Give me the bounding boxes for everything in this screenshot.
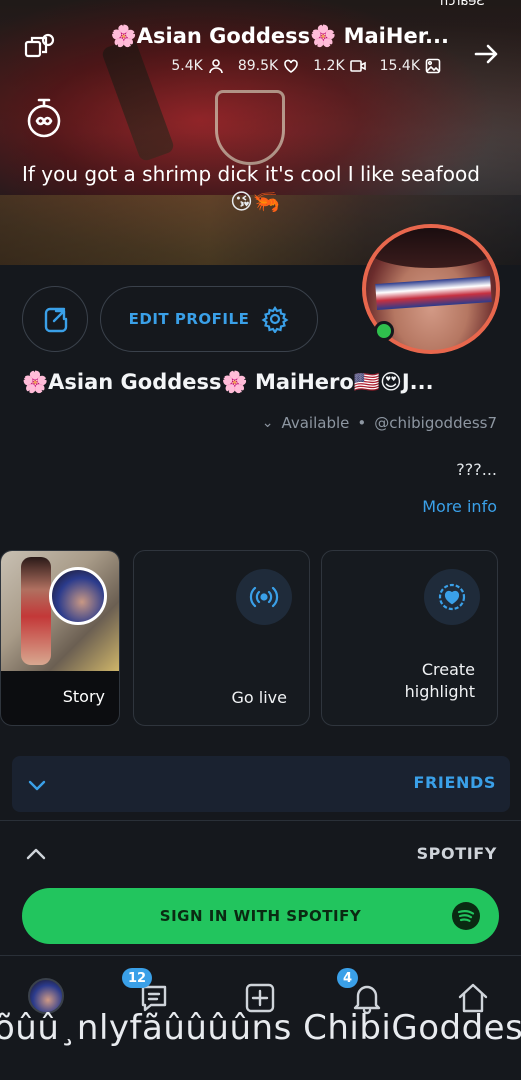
caption-emojis: 😘🦐 <box>230 190 281 215</box>
create-highlight-label: Create highlight <box>404 660 475 701</box>
status-search-text: Search <box>440 0 485 9</box>
edit-profile-button[interactable]: EDIT PROFILE <box>100 286 318 352</box>
messages-badge: 12 <box>122 968 153 988</box>
header-stats: 5.4K 89.5K 1.2K 15.4K <box>171 58 441 74</box>
sign-in-spotify-button[interactable]: SIGN IN WITH SPOTIFY <box>22 888 499 944</box>
handle-row: ⌄ Available • @chibigoddess7 <box>262 414 497 432</box>
likes-stat: 89.5K <box>238 58 299 74</box>
photos-count: 15.4K <box>379 58 420 74</box>
divider <box>0 820 521 821</box>
story-label: Story <box>62 687 105 706</box>
video-icon <box>349 60 366 72</box>
share-profile-button[interactable] <box>22 286 88 352</box>
bio-text: ???... <box>456 460 497 479</box>
user-icon <box>209 59 223 74</box>
availability-status[interactable]: Available <box>281 414 349 432</box>
spotify-heading: SPOTIFY <box>416 844 497 863</box>
fans-stat: 5.4K <box>171 58 223 74</box>
user-handle: @chibigoddess7 <box>374 414 497 432</box>
separator: • <box>357 414 367 432</box>
avatar-hair <box>366 228 496 268</box>
footer-watermark-text: õûû¸nlyfãûûûûns ChibiGoddes <box>0 1008 521 1048</box>
verified-copy-icon[interactable] <box>22 32 56 66</box>
friends-section-toggle[interactable]: FRIENDS <box>12 756 510 812</box>
go-live-card[interactable]: Go live <box>133 550 310 726</box>
display-name: 🌸Asian Goddess🌸 MaiHero🇺🇸😍J... <box>22 370 434 394</box>
broadcast-icon <box>249 586 279 608</box>
live-icon-wrap <box>236 569 292 625</box>
highlight-heart-icon <box>438 583 466 611</box>
friends-heading: FRIENDS <box>413 773 496 792</box>
banner-caption: If you got a shrimp dick it's cool I lik… <box>22 162 480 186</box>
videos-stat: 1.2K <box>313 58 366 74</box>
fans-count: 5.4K <box>171 58 203 74</box>
spotify-button-label: SIGN IN WITH SPOTIFY <box>159 907 362 925</box>
gear-icon <box>261 306 289 333</box>
photos-stat: 15.4K <box>380 58 441 74</box>
more-info-link[interactable]: More info <box>422 497 497 516</box>
avatar-detail <box>375 276 492 310</box>
heart-icon <box>284 59 298 73</box>
create-highlight-card[interactable]: Create highlight <box>321 550 498 726</box>
go-live-label: Go live <box>231 688 287 707</box>
likes-count: 89.5K <box>237 58 279 74</box>
story-card[interactable]: Story <box>0 550 120 726</box>
spotify-section-toggle[interactable]: SPOTIFY <box>0 828 521 878</box>
story-avatar <box>49 567 107 625</box>
timer-icon[interactable] <box>24 96 64 140</box>
header: 🌸Asian Goddess🌸 MaiHer... 5.4K 89.5K 1.2… <box>0 20 521 90</box>
notifications-badge: 4 <box>337 968 359 988</box>
chevron-up-icon <box>26 848 46 860</box>
highlight-icon-wrap <box>424 569 480 625</box>
channel-title: 🌸Asian Goddess🌸 MaiHer... <box>110 24 449 48</box>
spotify-icon <box>452 902 480 930</box>
back-arrow-icon[interactable] <box>470 38 502 70</box>
image-icon <box>425 58 441 74</box>
chevron-down-icon <box>28 780 46 791</box>
chevron-down-icon[interactable]: ⌄ <box>262 415 274 431</box>
edit-profile-label: EDIT PROFILE <box>128 310 250 328</box>
story-figure <box>21 557 51 665</box>
online-status-dot <box>374 321 394 341</box>
share-icon <box>44 307 68 333</box>
videos-count: 1.2K <box>313 58 345 74</box>
story-thumbnail <box>1 551 119 671</box>
